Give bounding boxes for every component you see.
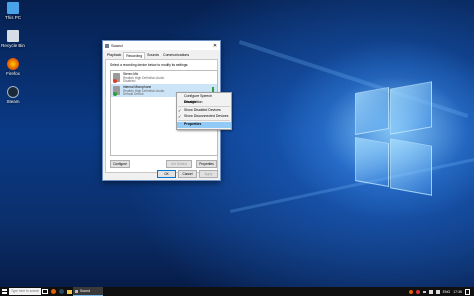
desktop-icon-firefox[interactable]: Firefox — [0, 58, 26, 76]
desktop-icon-this-pc[interactable]: This PC — [0, 2, 26, 20]
start-button[interactable] — [0, 287, 8, 296]
instruction-text: Select a recording device below to modif… — [110, 63, 189, 67]
configure-button[interactable]: Configure — [110, 160, 130, 168]
folder-taskbar-icon[interactable] — [65, 287, 73, 296]
firefox-taskbar-icon[interactable] — [49, 287, 57, 296]
cancel-button[interactable]: Cancel — [178, 170, 197, 178]
menu-item-show-disconnected-devices[interactable]: ✓ Show Disconnected Devices — [177, 114, 231, 120]
task-view-icon[interactable] — [41, 287, 49, 296]
taskbar-app-sound[interactable]: Sound — [73, 287, 103, 296]
context-menu: Configure Speech Recognition Disable ✓ S… — [176, 92, 232, 130]
menu-item-disable[interactable]: Disable — [177, 100, 231, 106]
device-status: Default Device — [123, 92, 144, 97]
windows-logo-icon — [1, 289, 7, 294]
menu-item-label: Properties — [184, 122, 202, 126]
tab-communications[interactable]: Communications — [161, 52, 191, 59]
menu-item-label: Show Disabled Devices — [184, 108, 221, 112]
tab-sounds[interactable]: Sounds — [145, 52, 161, 59]
recycle-bin-icon — [7, 30, 19, 42]
menu-item-properties[interactable]: Properties — [177, 122, 231, 128]
desktop-icon-steam[interactable]: Steam — [0, 86, 26, 104]
menu-item-label: Disable — [184, 99, 197, 104]
light-beam — [238, 40, 469, 118]
tab-playback[interactable]: Playback — [105, 52, 123, 59]
search-box[interactable]: Type here to search — [9, 288, 41, 295]
volume-icon[interactable] — [435, 289, 440, 294]
microphone-icon — [113, 73, 120, 83]
chevron-up-icon[interactable] — [422, 290, 426, 293]
language-indicator[interactable]: ENG — [443, 290, 451, 294]
tab-bar: Playback Recording Sounds Communications — [105, 52, 218, 60]
speaker-icon — [75, 289, 78, 293]
tray-orange-icon[interactable] — [408, 289, 413, 294]
close-button[interactable]: ✕ — [210, 43, 220, 49]
apply-button[interactable]: Apply — [199, 170, 218, 178]
system-tray: ENG 17:36 — [408, 288, 474, 295]
firefox-icon — [7, 58, 19, 70]
taskbar: Type here to search Sound ENG 17:36 — [0, 287, 474, 296]
menu-separator — [178, 106, 230, 107]
clock[interactable]: 17:36 — [453, 290, 462, 294]
speaker-icon — [105, 43, 109, 48]
menu-separator — [178, 120, 230, 121]
title-bar[interactable]: Sound ✕ — [103, 41, 220, 50]
taskbar-app-label: Sound — [80, 289, 91, 293]
desktop-icon-label: Firefox — [6, 71, 20, 76]
light-beam — [230, 158, 474, 213]
menu-item-label: Show Disconnected Devices — [184, 113, 229, 118]
desktop-icon-label: Recycle Bin — [1, 43, 25, 48]
properties-button[interactable]: Properties — [196, 160, 217, 168]
steam-icon — [7, 86, 19, 98]
window-pane — [390, 81, 432, 135]
checkmark-icon: ✓ — [178, 113, 182, 119]
set-default-button[interactable]: Set Default — [166, 160, 192, 168]
window-pane — [355, 137, 389, 187]
notification-icon[interactable] — [465, 288, 470, 295]
computer-icon — [7, 2, 19, 14]
microphone-icon — [113, 86, 120, 96]
window-pane — [390, 138, 432, 196]
desktop-icon-recycle-bin[interactable]: Recycle Bin — [0, 30, 26, 48]
desktop-icon-label: Steam — [6, 99, 20, 104]
tab-recording[interactable]: Recording — [123, 52, 146, 59]
window-pane — [355, 87, 389, 135]
dialog-title: Sound — [111, 43, 123, 48]
steam-taskbar-icon[interactable] — [57, 287, 65, 296]
desktop-icon-label: This PC — [4, 15, 21, 20]
tray-red-icon[interactable] — [415, 289, 420, 294]
ok-button[interactable]: OK — [157, 170, 176, 178]
device-item-stereo-mix[interactable]: Stereo Mix Realtek High Definition Audio… — [111, 71, 217, 84]
network-icon[interactable] — [428, 289, 433, 294]
